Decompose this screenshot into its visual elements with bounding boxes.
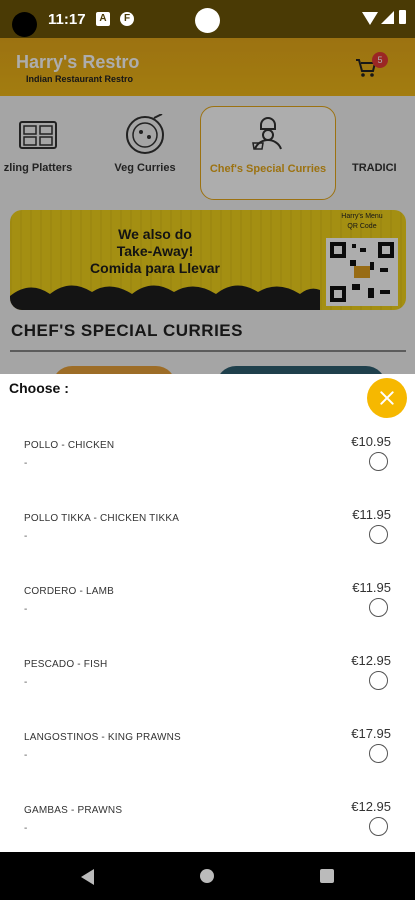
sheet-title: Choose : xyxy=(9,380,69,396)
option-name: GAMBAS - PRAWNS xyxy=(24,805,123,816)
battery-icon xyxy=(399,10,406,24)
option-radio[interactable] xyxy=(369,671,388,690)
status-time: 11:17 xyxy=(48,11,86,28)
option-radio[interactable] xyxy=(369,525,388,544)
option-name: LANGOSTINOS - KING PRAWNS xyxy=(24,732,181,743)
option-radio[interactable] xyxy=(369,452,388,471)
option-name: POLLO - CHICKEN xyxy=(24,440,115,451)
close-button[interactable] xyxy=(367,378,407,418)
option-radio[interactable] xyxy=(369,817,388,836)
option-radio[interactable] xyxy=(369,744,388,763)
option-row[interactable]: CORDERO - LAMB - €11.95 xyxy=(0,580,415,652)
recents-icon[interactable] xyxy=(320,869,334,883)
modal-scrim[interactable] xyxy=(0,38,415,374)
navigation-bar xyxy=(0,852,415,900)
camera-cutout-icon xyxy=(195,8,220,33)
option-description: - xyxy=(24,458,28,469)
status-bar: 11:17 A F xyxy=(0,0,415,38)
option-description: - xyxy=(24,750,28,761)
home-icon[interactable] xyxy=(200,869,214,883)
option-row[interactable]: POLLO - CHICKEN - €10.95 xyxy=(0,434,415,506)
wifi-icon xyxy=(362,12,378,25)
option-name: POLLO TIKKA - CHICKEN TIKKA xyxy=(24,513,180,524)
option-row[interactable]: LANGOSTINOS - KING PRAWNS - €17.95 xyxy=(0,726,415,798)
camera-icon xyxy=(12,12,37,37)
signal-icon xyxy=(381,11,394,24)
option-row[interactable]: POLLO TIKKA - CHICKEN TIKKA - €11.95 xyxy=(0,507,415,579)
option-description: - xyxy=(24,677,28,688)
option-radio[interactable] xyxy=(369,598,388,617)
option-name: PESCADO - FISH xyxy=(24,659,108,670)
option-price: €17.95 xyxy=(351,726,391,741)
option-price: €12.95 xyxy=(351,653,391,668)
choose-option-sheet: Choose : POLLO - CHICKEN - €10.95 POLLO … xyxy=(0,374,415,852)
back-icon[interactable] xyxy=(81,869,94,885)
option-price: €11.95 xyxy=(352,580,391,595)
option-description: - xyxy=(24,823,28,834)
option-price: €10.95 xyxy=(351,434,391,449)
option-description: - xyxy=(24,531,28,542)
option-row[interactable]: PESCADO - FISH - €12.95 xyxy=(0,653,415,725)
notification-f-icon: F xyxy=(120,12,134,26)
option-name: CORDERO - LAMB xyxy=(24,586,115,597)
option-price: €12.95 xyxy=(351,799,391,814)
notification-a-icon: A xyxy=(96,12,110,26)
option-description: - xyxy=(24,604,28,615)
option-price: €11.95 xyxy=(352,507,391,522)
